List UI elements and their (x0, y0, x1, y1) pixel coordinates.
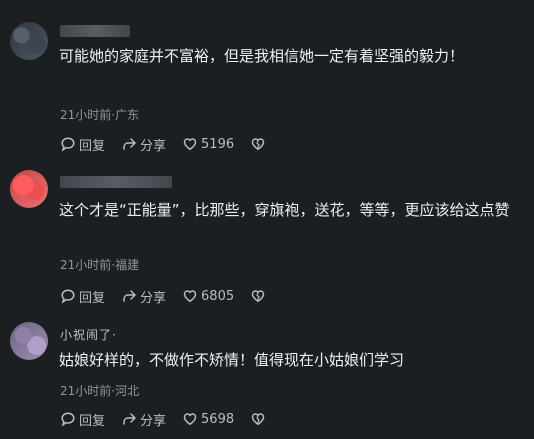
dislike-button[interactable] (250, 136, 266, 152)
speech-bubble-icon (60, 411, 76, 427)
share-arrow-icon (121, 411, 137, 427)
heart-icon (182, 411, 198, 427)
username-blurred[interactable] (60, 176, 172, 188)
comment-text: 姑娘好样的，不做作不矫情！值得现在小姑娘们学习 (59, 351, 405, 369)
comment-meta: 21小时前·河北 (60, 384, 140, 398)
like-button[interactable]: 5196 (182, 136, 234, 152)
avatar[interactable] (10, 22, 48, 60)
avatar[interactable] (10, 322, 48, 360)
like-button[interactable]: 6805 (182, 288, 234, 304)
like-count: 6805 (201, 288, 235, 304)
broken-heart-icon (250, 288, 266, 304)
broken-heart-icon (250, 411, 266, 427)
comment-meta: 21小时前·福建 (60, 258, 140, 272)
comment-actions: 回复 分享 5196 (60, 135, 266, 154)
share-label: 分享 (140, 138, 167, 154)
share-button[interactable]: 分享 (121, 410, 166, 429)
comment-actions: 回复 分享 6805 (60, 287, 266, 306)
like-button[interactable]: 5698 (182, 411, 234, 427)
like-count: 5196 (201, 136, 235, 152)
heart-icon (182, 288, 198, 304)
comment-actions: 回复 分享 5698 (60, 410, 266, 429)
avatar[interactable] (10, 170, 48, 208)
username-blurred[interactable] (60, 25, 130, 37)
broken-heart-icon (250, 136, 266, 152)
reply-label: 回复 (79, 290, 106, 306)
speech-bubble-icon (60, 288, 76, 304)
share-button[interactable]: 分享 (121, 135, 166, 154)
comment-meta: 21小时前·广东 (60, 108, 140, 122)
reply-button[interactable]: 回复 (60, 410, 105, 429)
share-arrow-icon (121, 288, 137, 304)
comment-text: 可能她的家庭并不富裕，但是我相信她一定有着坚强的毅力！ (59, 47, 465, 65)
username-fragment[interactable]: 小祝闹了· (60, 326, 117, 343)
like-count: 5698 (201, 411, 235, 427)
share-arrow-icon (121, 136, 137, 152)
reply-button[interactable]: 回复 (60, 287, 105, 306)
reply-label: 回复 (79, 413, 106, 429)
comment-text: 这个才是“正能量”，比那些，穿旗袍，送花，等等，更应该给这点赞 (59, 201, 510, 219)
reply-label: 回复 (79, 138, 106, 154)
share-label: 分享 (140, 290, 167, 306)
speech-bubble-icon (60, 136, 76, 152)
reply-button[interactable]: 回复 (60, 135, 105, 154)
dislike-button[interactable] (250, 411, 266, 427)
share-label: 分享 (140, 413, 167, 429)
dislike-button[interactable] (250, 288, 266, 304)
share-button[interactable]: 分享 (121, 287, 166, 306)
heart-icon (182, 136, 198, 152)
